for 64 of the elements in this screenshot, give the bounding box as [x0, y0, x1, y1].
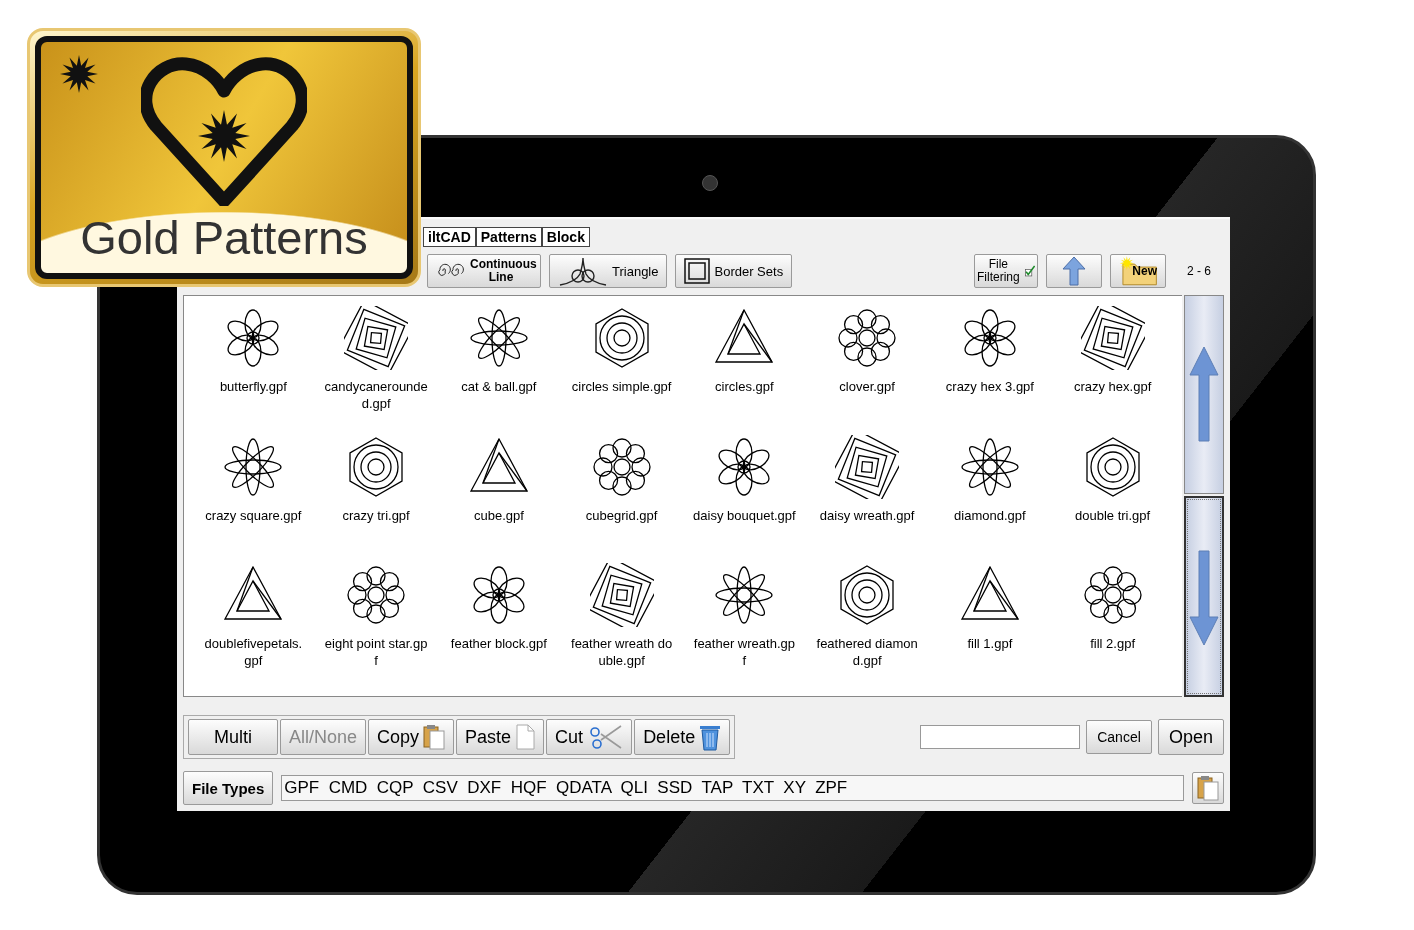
file-types-field[interactable]: GPF CMD CQP CSV DXF HQF QDATA QLI SSD TAP TXT XY ZPF [281, 775, 1184, 801]
square-frame-icon [684, 258, 711, 284]
clipboard-icon [423, 724, 446, 750]
action-button[interactable]: Cut [546, 719, 633, 755]
file-name[interactable]: butterfly.gpf [201, 378, 306, 395]
file-name[interactable]: crazy tri.gpf [324, 506, 429, 524]
file-name[interactable]: crazy hex 3.gpf [937, 378, 1042, 395]
pattern-icon [344, 306, 409, 370]
pattern-icon [1080, 306, 1145, 370]
up-arrow-icon [1062, 256, 1086, 286]
file-name[interactable]: daisy wreath.gpf [815, 506, 920, 524]
file-name[interactable]: feather block.gpf [446, 635, 551, 653]
camera-dot [702, 175, 718, 191]
pattern-type-button[interactable]: Continuous Line [427, 254, 541, 288]
starburst-icon [59, 54, 99, 94]
file-name[interactable]: crazy square.gpf [201, 506, 306, 524]
action-button[interactable]: Paste [456, 719, 545, 755]
pattern-type-button[interactable]: Border Sets [675, 254, 793, 288]
file-name-field[interactable] [920, 725, 1080, 749]
scroll-down-button[interactable] [1184, 496, 1224, 697]
file-name[interactable]: fill 2.gpf [1060, 635, 1165, 653]
file-types-button[interactable]: File Types [183, 771, 274, 805]
file-name[interactable]: cat & ball.gpf [446, 378, 551, 395]
file-name[interactable]: circles simple.gpf [569, 378, 674, 395]
file-name[interactable]: cubegrid.gpf [569, 506, 674, 524]
file-name[interactable]: doublefivepetals.gpf [201, 635, 306, 670]
up-arrow-icon [1188, 344, 1220, 445]
file-name[interactable]: circles.gpf [692, 378, 797, 395]
action-button[interactable]: Multi [188, 719, 278, 755]
page-indicator: 2 - 6 [1186, 264, 1212, 278]
menu-tab[interactable]: Block [541, 227, 590, 247]
dialog-button[interactable]: Cancel [1086, 720, 1152, 754]
action-button[interactable]: Delete [634, 719, 731, 755]
file-name[interactable]: diamond.gpf [937, 506, 1042, 524]
dialog-button[interactable]: Open [1158, 719, 1224, 755]
file-name[interactable]: eight point star.gpf [324, 635, 429, 670]
pattern-icon [835, 434, 900, 499]
file-name[interactable]: fill 1.gpf [937, 635, 1042, 653]
file-name[interactable]: crazy hex.gpf [1060, 378, 1165, 395]
file-filtering-button[interactable]: File Filtering [974, 254, 1038, 288]
file-name[interactable]: feather wreath.gpf [692, 635, 797, 670]
clipboard-icon [1197, 775, 1219, 801]
knot-icon [558, 256, 608, 286]
scissors-icon [587, 724, 624, 750]
file-name[interactable]: clover.gpf [815, 378, 920, 395]
file-name[interactable]: feathered diamond.gpf [815, 635, 920, 670]
new-folder-button[interactable]: New [1110, 254, 1166, 288]
file-name[interactable]: cube.gpf [446, 506, 551, 524]
pattern-type-button[interactable]: Triangle [549, 254, 668, 288]
badge-title: Gold Patterns [80, 210, 368, 265]
up-folder-button[interactable] [1046, 254, 1102, 288]
file-name[interactable]: candycanerounded.gpf [324, 378, 429, 412]
menu-tab[interactable]: iltCAD [423, 227, 476, 247]
folder-star-icon [1119, 256, 1159, 286]
document-icon [515, 724, 536, 750]
heart-icon [141, 56, 307, 206]
file-name[interactable]: daisy bouquet.gpf [692, 506, 797, 524]
file-name[interactable]: feather wreath double.gpf [569, 635, 674, 670]
clipboard-button[interactable] [1192, 772, 1224, 804]
trash-icon [699, 723, 722, 751]
action-button[interactable]: Copy [368, 719, 455, 755]
file-name[interactable]: double tri.gpf [1060, 506, 1165, 524]
menu-tab[interactable]: Patterns [475, 227, 542, 247]
pattern-icon [589, 563, 654, 628]
